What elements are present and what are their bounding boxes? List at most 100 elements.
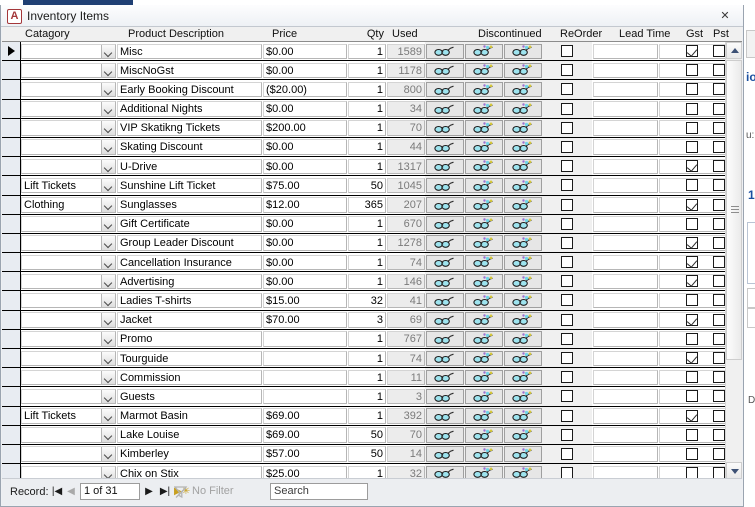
view-glasses-button[interactable] bbox=[426, 388, 464, 405]
cell-reorder[interactable] bbox=[593, 465, 658, 479]
chevron-down-icon[interactable] bbox=[101, 178, 115, 193]
detail-glasses-button[interactable] bbox=[465, 101, 503, 117]
cell-category[interactable] bbox=[21, 235, 116, 251]
record-selector[interactable] bbox=[2, 253, 21, 272]
cell-product[interactable]: Promo bbox=[117, 331, 262, 347]
detail-glasses-button[interactable] bbox=[465, 254, 503, 271]
more-glasses-button[interactable] bbox=[504, 273, 542, 290]
cell-used[interactable]: 207 bbox=[387, 197, 425, 213]
pst-checkbox[interactable] bbox=[713, 140, 725, 153]
record-selector[interactable] bbox=[2, 157, 21, 176]
more-glasses-button[interactable] bbox=[504, 120, 542, 136]
cell-product[interactable]: Jacket bbox=[117, 312, 262, 328]
cell-category[interactable] bbox=[21, 216, 116, 232]
table-row[interactable]: VIP Skatikng Tickets $200.00 1 70 bbox=[2, 118, 742, 138]
pst-checkbox[interactable] bbox=[713, 371, 725, 384]
cell-used[interactable]: 74 bbox=[387, 254, 425, 271]
view-glasses-button[interactable] bbox=[426, 177, 464, 194]
scroll-down-arrow-icon[interactable] bbox=[726, 462, 742, 479]
cell-reorder[interactable] bbox=[593, 446, 658, 462]
pst-checkbox[interactable] bbox=[713, 45, 725, 57]
discontinued-checkbox[interactable] bbox=[561, 352, 573, 364]
discontinued-checkbox[interactable] bbox=[561, 64, 573, 77]
cell-used[interactable]: 32 bbox=[387, 465, 425, 479]
table-row[interactable]: Lift Tickets Sunshine Lift Ticket $75.00 50… bbox=[2, 176, 742, 196]
cell-product[interactable]: Additional Nights bbox=[117, 101, 262, 117]
cell-used[interactable]: 70 bbox=[387, 427, 425, 443]
cell-qty[interactable]: 1 bbox=[348, 350, 386, 366]
column-header-category[interactable]: Catagory bbox=[25, 27, 120, 41]
discontinued-checkbox[interactable] bbox=[561, 179, 573, 192]
detail-glasses-button[interactable] bbox=[465, 388, 503, 405]
cell-qty[interactable]: 1 bbox=[348, 254, 386, 271]
chevron-down-icon[interactable] bbox=[101, 409, 115, 423]
pst-checkbox[interactable] bbox=[713, 121, 725, 134]
cell-category[interactable] bbox=[21, 388, 116, 405]
table-row[interactable]: Chix on Stix $25.00 1 32 bbox=[2, 464, 742, 479]
more-glasses-button[interactable] bbox=[504, 43, 542, 59]
cell-used[interactable]: 14 bbox=[387, 446, 425, 462]
table-row[interactable]: Group Leader Discount $0.00 1 1278 bbox=[2, 233, 742, 254]
chevron-down-icon[interactable] bbox=[101, 389, 115, 404]
search-input[interactable]: Search bbox=[270, 483, 368, 500]
cell-product[interactable]: Tourguide bbox=[117, 350, 262, 366]
cell-qty[interactable]: 1 bbox=[348, 43, 386, 59]
cell-reorder[interactable] bbox=[593, 81, 658, 98]
cell-used[interactable]: 41 bbox=[387, 292, 425, 309]
pst-checkbox[interactable] bbox=[713, 217, 725, 230]
more-glasses-button[interactable] bbox=[504, 62, 542, 79]
detail-glasses-button[interactable] bbox=[465, 369, 503, 386]
detail-glasses-button[interactable] bbox=[465, 350, 503, 366]
gst-checkbox[interactable] bbox=[686, 390, 698, 403]
cell-used[interactable]: 670 bbox=[387, 216, 425, 232]
table-row[interactable]: U-Drive $0.00 1 1317 bbox=[2, 157, 742, 177]
cell-price[interactable]: $0.00 bbox=[263, 158, 347, 175]
gst-checkbox[interactable] bbox=[686, 409, 698, 422]
cell-category[interactable] bbox=[21, 81, 116, 98]
detail-glasses-button[interactable] bbox=[465, 62, 503, 79]
view-glasses-button[interactable] bbox=[426, 43, 464, 59]
discontinued-checkbox[interactable] bbox=[561, 447, 573, 460]
cell-product[interactable]: U-Drive bbox=[117, 158, 262, 175]
gst-checkbox[interactable] bbox=[686, 45, 698, 57]
more-glasses-button[interactable] bbox=[504, 369, 542, 386]
cell-product[interactable]: Sunglasses bbox=[117, 197, 262, 213]
first-record-button[interactable]: |◀ bbox=[50, 484, 64, 500]
chevron-down-icon[interactable] bbox=[101, 293, 115, 308]
cell-price[interactable]: $0.00 bbox=[263, 43, 347, 59]
cell-qty[interactable]: 1 bbox=[348, 139, 386, 155]
view-glasses-button[interactable] bbox=[426, 120, 464, 136]
column-header-reorder[interactable]: ReOrder bbox=[560, 27, 615, 41]
chevron-down-icon[interactable] bbox=[101, 102, 115, 116]
pst-checkbox[interactable] bbox=[713, 198, 725, 211]
detail-glasses-button[interactable] bbox=[465, 331, 503, 347]
more-glasses-button[interactable] bbox=[504, 331, 542, 347]
cell-price[interactable]: $75.00 bbox=[263, 177, 347, 194]
pst-checkbox[interactable] bbox=[713, 102, 725, 115]
cell-price[interactable]: ($20.00) bbox=[263, 81, 347, 98]
view-glasses-button[interactable] bbox=[426, 369, 464, 386]
cell-reorder[interactable] bbox=[593, 312, 658, 328]
more-glasses-button[interactable] bbox=[504, 427, 542, 443]
cell-used[interactable]: 34 bbox=[387, 101, 425, 117]
cell-price[interactable]: $25.00 bbox=[263, 465, 347, 479]
pst-checkbox[interactable] bbox=[713, 409, 725, 422]
cell-qty[interactable]: 50 bbox=[348, 427, 386, 443]
discontinued-checkbox[interactable] bbox=[561, 102, 573, 115]
view-glasses-button[interactable] bbox=[426, 465, 464, 479]
gst-checkbox[interactable] bbox=[686, 198, 698, 211]
cell-reorder[interactable] bbox=[593, 139, 658, 155]
cell-price[interactable] bbox=[263, 331, 347, 347]
pst-checkbox[interactable] bbox=[713, 447, 725, 460]
cell-price[interactable]: $12.00 bbox=[263, 197, 347, 213]
discontinued-checkbox[interactable] bbox=[561, 83, 573, 96]
cell-reorder[interactable] bbox=[593, 101, 658, 117]
more-glasses-button[interactable] bbox=[504, 312, 542, 328]
cell-price[interactable]: $69.00 bbox=[263, 408, 347, 424]
cell-price[interactable]: $0.00 bbox=[263, 216, 347, 232]
cell-qty[interactable]: 1 bbox=[348, 235, 386, 251]
more-glasses-button[interactable] bbox=[504, 388, 542, 405]
view-glasses-button[interactable] bbox=[426, 216, 464, 232]
view-glasses-button[interactable] bbox=[426, 408, 464, 424]
record-selector[interactable] bbox=[2, 329, 21, 348]
